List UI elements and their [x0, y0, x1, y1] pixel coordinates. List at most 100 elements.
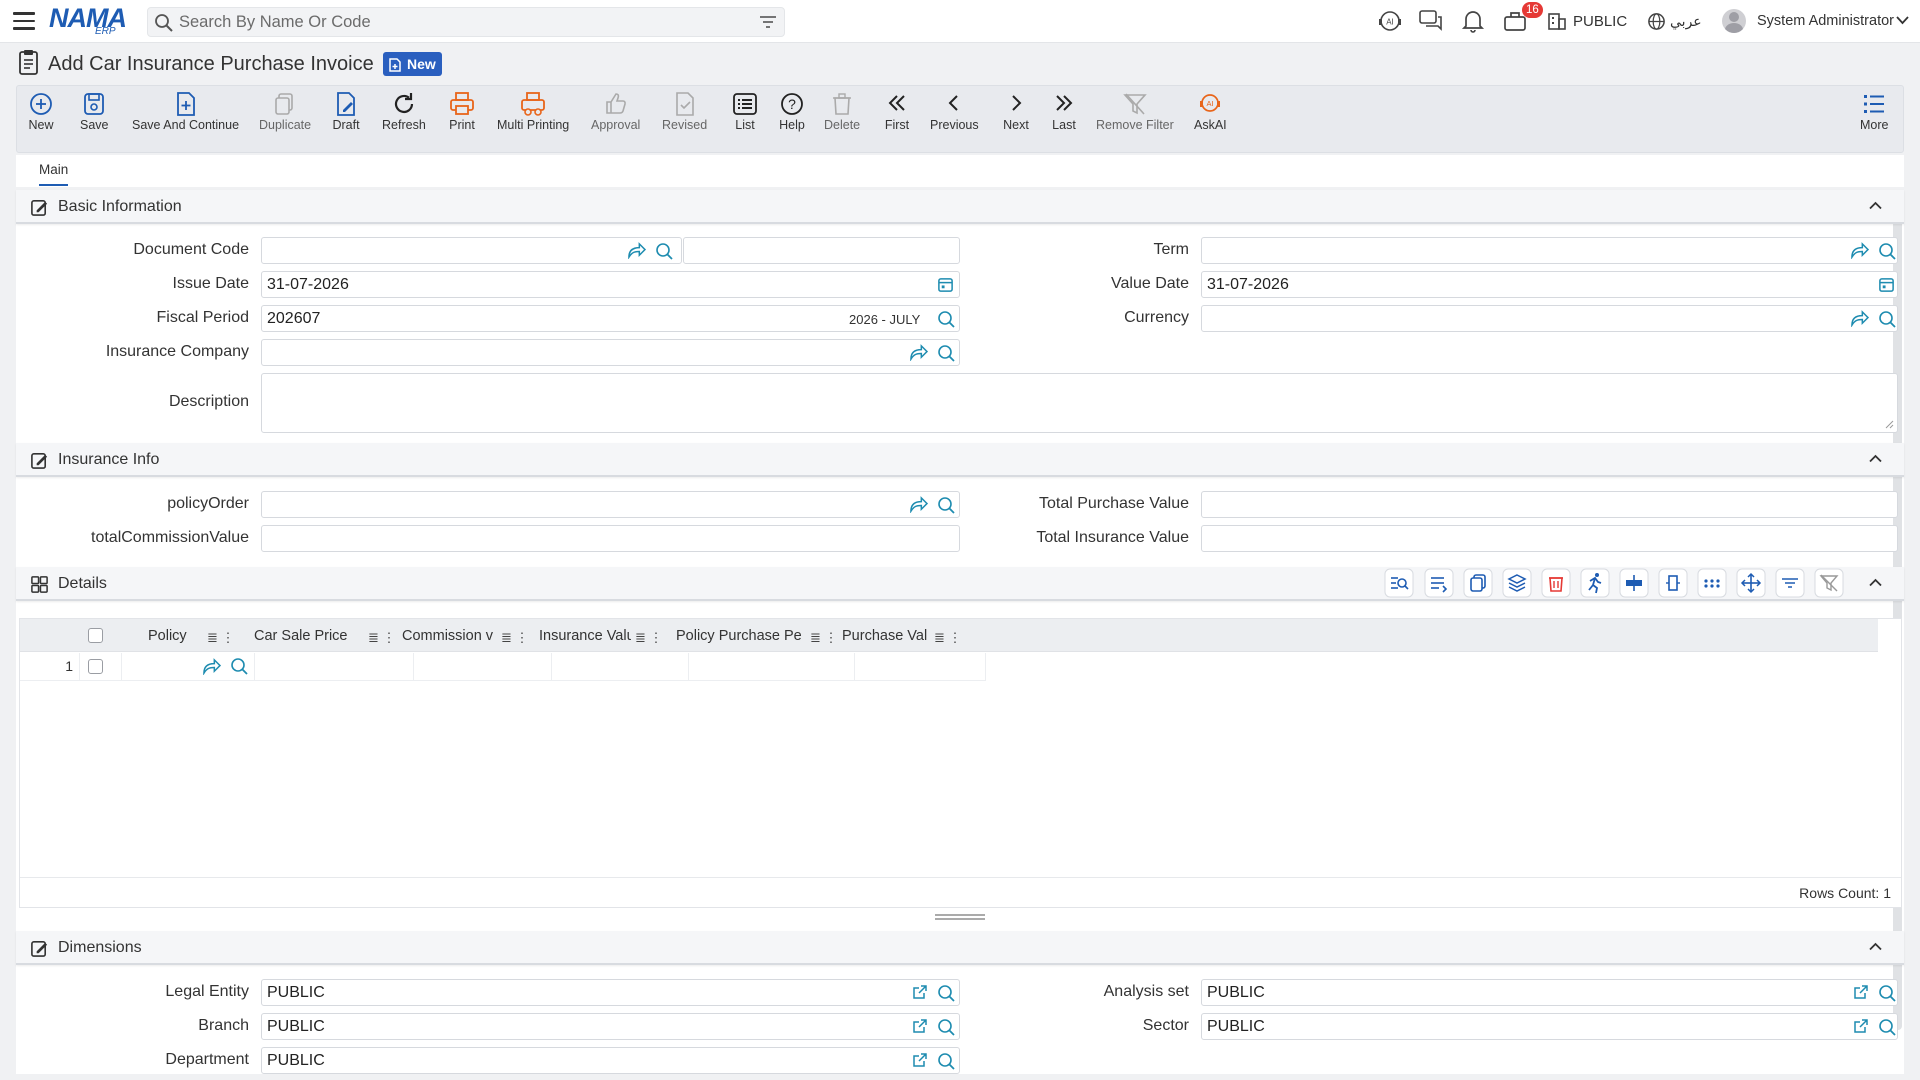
- policy-order-field[interactable]: [261, 491, 960, 518]
- insurance-company-field[interactable]: [261, 339, 960, 366]
- list-button[interactable]: List: [731, 90, 759, 132]
- first-button[interactable]: First: [883, 90, 911, 132]
- chevron-up-icon[interactable]: [1869, 942, 1882, 951]
- column-menu-icon[interactable]: ≣ ⋮: [635, 630, 663, 646]
- draft-button[interactable]: Draft: [332, 90, 360, 132]
- menu-icon[interactable]: [13, 12, 35, 30]
- share-arrow-icon[interactable]: [1850, 242, 1869, 259]
- globe-icon[interactable]: [1647, 12, 1666, 31]
- external-link-icon[interactable]: [912, 1018, 928, 1034]
- issue-date-field[interactable]: 31-07-2026: [261, 271, 960, 298]
- column-menu-icon[interactable]: ≣ ⋮: [810, 630, 838, 646]
- currency-field[interactable]: [1201, 305, 1898, 332]
- external-link-icon[interactable]: [912, 984, 928, 1000]
- column-menu-icon[interactable]: ≣ ⋮: [501, 630, 529, 646]
- approval-button[interactable]: Approval: [591, 90, 640, 132]
- chevron-up-icon[interactable]: [1869, 578, 1882, 587]
- external-link-icon[interactable]: [1853, 984, 1869, 1000]
- select-all-checkbox[interactable]: [88, 628, 103, 643]
- search-zoom-icon[interactable]: [937, 1052, 955, 1070]
- last-button[interactable]: Last: [1050, 90, 1078, 132]
- external-link-icon[interactable]: [1853, 1018, 1869, 1034]
- search-zoom-icon[interactable]: [655, 242, 673, 260]
- askai-button[interactable]: AI AskAI: [1194, 90, 1227, 132]
- search-list-icon[interactable]: [1384, 568, 1414, 598]
- share-arrow-icon[interactable]: [909, 344, 928, 361]
- copy-icon[interactable]: [1463, 568, 1493, 598]
- print-button[interactable]: Print: [448, 90, 476, 132]
- search-input[interactable]: Search By Name Or Code: [147, 7, 785, 37]
- search-zoom-icon[interactable]: [1878, 310, 1896, 328]
- help-button[interactable]: ? Help: [778, 90, 806, 132]
- chevron-down-icon[interactable]: [1896, 15, 1909, 25]
- grid-cell-car-sale-price[interactable]: [255, 653, 414, 681]
- grid-cell-policy-purchase[interactable]: [689, 653, 855, 681]
- column-header-car-sale-price[interactable]: Car Sale Price: [254, 628, 364, 644]
- filter-lines-icon[interactable]: [1775, 568, 1805, 598]
- delete-button[interactable]: Delete: [824, 90, 860, 132]
- share-arrow-icon[interactable]: [1850, 310, 1869, 327]
- search-zoom-icon[interactable]: [937, 1018, 955, 1036]
- save-button[interactable]: Save: [80, 90, 109, 132]
- row-checkbox[interactable]: [88, 659, 103, 674]
- sector-field[interactable]: PUBLIC: [1201, 1013, 1898, 1040]
- value-date-field[interactable]: 31-07-2026: [1201, 271, 1898, 298]
- delete-row-icon[interactable]: [1541, 568, 1571, 598]
- grid-cell-purchase-value[interactable]: [855, 653, 986, 681]
- tab-main[interactable]: Main: [39, 162, 69, 186]
- bell-icon[interactable]: [1461, 8, 1485, 34]
- remove-filter-button[interactable]: Remove Filter: [1096, 90, 1174, 132]
- clear-filter-icon[interactable]: [1814, 568, 1844, 598]
- refresh-button[interactable]: Refresh: [382, 90, 426, 132]
- total-insurance-field[interactable]: [1201, 525, 1898, 552]
- calendar-icon[interactable]: [937, 276, 954, 293]
- column-header-commission[interactable]: Commission v: [402, 628, 497, 644]
- total-purchase-field[interactable]: [1201, 491, 1898, 518]
- company-selector[interactable]: PUBLIC: [1573, 13, 1627, 30]
- user-name[interactable]: System Administrator: [1757, 13, 1894, 29]
- department-field[interactable]: PUBLIC: [261, 1047, 960, 1074]
- search-zoom-icon[interactable]: [230, 657, 248, 675]
- search-zoom-icon[interactable]: [1878, 984, 1896, 1002]
- add-row-icon[interactable]: [1424, 568, 1454, 598]
- previous-button[interactable]: Previous: [930, 90, 979, 132]
- logo[interactable]: NAMA ERP: [49, 3, 129, 37]
- chat-icon[interactable]: [1418, 8, 1444, 34]
- column-menu-icon[interactable]: ≣ ⋮: [207, 630, 235, 646]
- section-dimensions[interactable]: Dimensions: [16, 931, 1904, 965]
- section-insurance-info[interactable]: Insurance Info: [16, 443, 1904, 477]
- language-switch[interactable]: عربي: [1670, 13, 1702, 30]
- search-zoom-icon[interactable]: [937, 496, 955, 514]
- chevron-up-icon[interactable]: [1869, 454, 1882, 463]
- document-code-extra-field[interactable]: [683, 237, 960, 264]
- column-header-policy-purchase[interactable]: Policy Purchase Pe: [676, 628, 806, 644]
- resize-handle-icon[interactable]: [1885, 420, 1894, 429]
- save-and-continue-button[interactable]: Save And Continue: [132, 90, 239, 132]
- analysis-set-field[interactable]: PUBLIC: [1201, 979, 1898, 1006]
- search-zoom-icon[interactable]: [937, 984, 955, 1002]
- search-zoom-icon[interactable]: [1878, 1018, 1896, 1036]
- next-button[interactable]: Next: [1002, 90, 1030, 132]
- grid-cell-commission[interactable]: [414, 653, 552, 681]
- branch-field[interactable]: PUBLIC: [261, 1013, 960, 1040]
- move-icon[interactable]: [1736, 568, 1766, 598]
- layers-icon[interactable]: [1502, 568, 1532, 598]
- search-zoom-icon[interactable]: [937, 310, 955, 328]
- column-menu-icon[interactable]: ≣ ⋮: [368, 630, 396, 646]
- grid-cell-insurance-value[interactable]: [552, 653, 689, 681]
- search-zoom-icon[interactable]: [937, 344, 955, 362]
- legal-entity-field[interactable]: PUBLIC: [261, 979, 960, 1006]
- insert-row-icon[interactable]: [1619, 568, 1649, 598]
- external-link-icon[interactable]: [912, 1052, 928, 1068]
- share-arrow-icon[interactable]: [909, 496, 928, 513]
- column-header-purchase-value[interactable]: Purchase Val: [842, 628, 930, 644]
- more-button[interactable]: More: [1860, 90, 1888, 132]
- fiscal-period-field[interactable]: 202607 2026 - JULY: [261, 305, 960, 332]
- column-icon[interactable]: [1658, 568, 1688, 598]
- revised-button[interactable]: Revised: [662, 90, 707, 132]
- term-field[interactable]: [1201, 237, 1898, 264]
- new-button[interactable]: New: [27, 90, 55, 132]
- section-basic-information[interactable]: Basic Information: [16, 190, 1904, 224]
- multi-printing-button[interactable]: Multi Printing: [497, 90, 569, 132]
- share-arrow-icon[interactable]: [202, 658, 221, 675]
